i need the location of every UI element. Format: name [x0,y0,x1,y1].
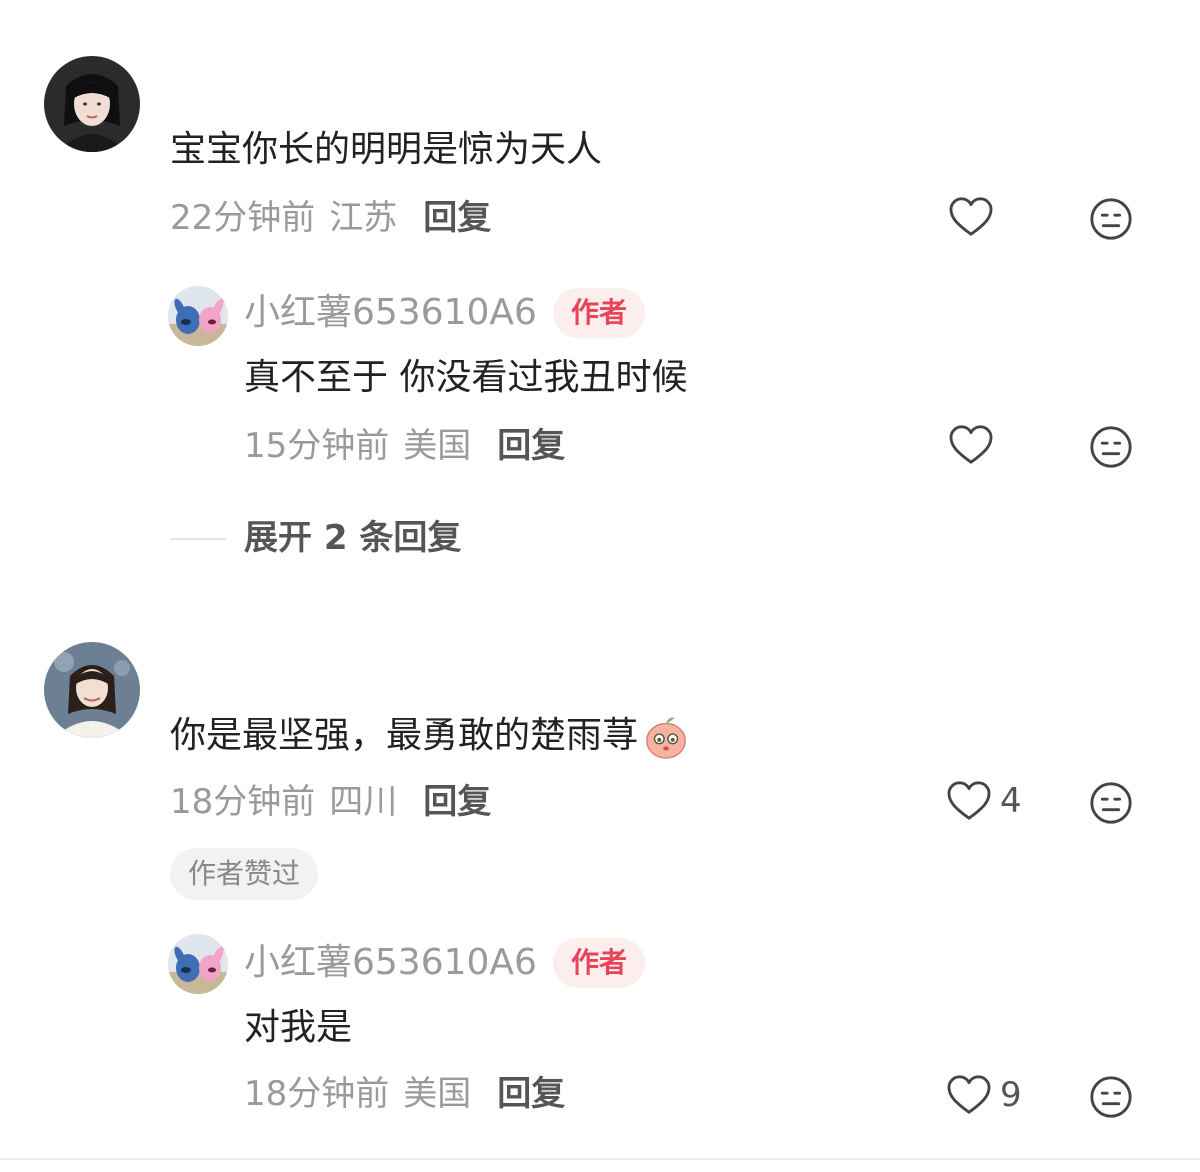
heart-outline-icon [947,781,991,820]
reply-time: 15分钟前 [244,426,390,466]
dislike-button[interactable] [1088,780,1134,830]
comment-meta: 18分钟前 四川 回复 [170,782,491,822]
reply-button[interactable]: 回复 [497,1074,565,1114]
reply-time: 18分钟前 [244,1074,390,1114]
reply-meta: 18分钟前 美国 回复 [244,1074,565,1114]
dislike-button[interactable] [1088,424,1134,474]
neutral-face-icon [1090,782,1132,824]
reply-header: 小红薯653610A6 作者 [244,288,645,338]
author-liked-tag: 作者赞过 [170,848,319,900]
avatar[interactable] [168,286,228,346]
like-count: 9 [1000,1075,1022,1115]
avatar[interactable] [44,642,140,738]
neutral-face-icon [1090,426,1132,468]
avatar[interactable] [168,934,228,994]
like-button[interactable]: 9 [946,1074,1022,1116]
username[interactable]: 小红薯653610A6 [244,291,537,335]
author-badge: 作者 [552,938,645,988]
reply-button[interactable]: 回复 [423,782,491,822]
divider [0,1158,1200,1160]
comment-time: 18分钟前 [170,782,316,822]
dislike-button[interactable] [1088,196,1134,246]
comment-location: 四川 [329,782,398,822]
like-button[interactable] [948,196,1002,238]
heart-outline-icon [949,197,993,236]
reply-text: 对我是 [244,1007,353,1048]
like-count: 4 [1000,781,1022,821]
expand-replies-button[interactable]: 展开 2 条回复 [244,518,461,558]
author-badge: 作者 [552,288,645,338]
neutral-face-icon [1090,198,1132,240]
comment-time: 22分钟前 [170,198,316,238]
reply-text: 真不至于 你没看过我丑时候 [244,357,688,398]
comment-meta: 22分钟前 江苏 回复 [170,198,491,238]
reply-button[interactable]: 回复 [423,198,491,238]
comment-text-row: 你是最坚强，最勇敢的楚雨荨 [170,712,690,760]
neutral-face-icon [1090,1076,1132,1118]
comment-location: 江苏 [329,198,398,238]
comment-text: 你是最坚强，最勇敢的楚雨荨 [170,715,639,756]
like-button[interactable]: 4 [946,780,1022,822]
dislike-button[interactable] [1088,1074,1134,1124]
reply-button[interactable]: 回复 [497,426,565,466]
like-button[interactable] [948,424,1002,466]
reply-header: 小红薯653610A6 作者 [244,938,645,988]
reply-meta: 15分钟前 美国 回复 [244,426,565,466]
heart-outline-icon [949,425,993,464]
peach-face-emoji-icon [646,717,686,759]
avatar[interactable] [44,56,140,152]
reply-location: 美国 [403,426,472,466]
expand-divider [170,538,226,540]
username[interactable]: 小红薯653610A6 [244,941,537,985]
comment-text: 宝宝你长的明明是惊为天人 [170,129,603,170]
heart-outline-icon [947,1075,991,1114]
reply-location: 美国 [403,1074,472,1114]
